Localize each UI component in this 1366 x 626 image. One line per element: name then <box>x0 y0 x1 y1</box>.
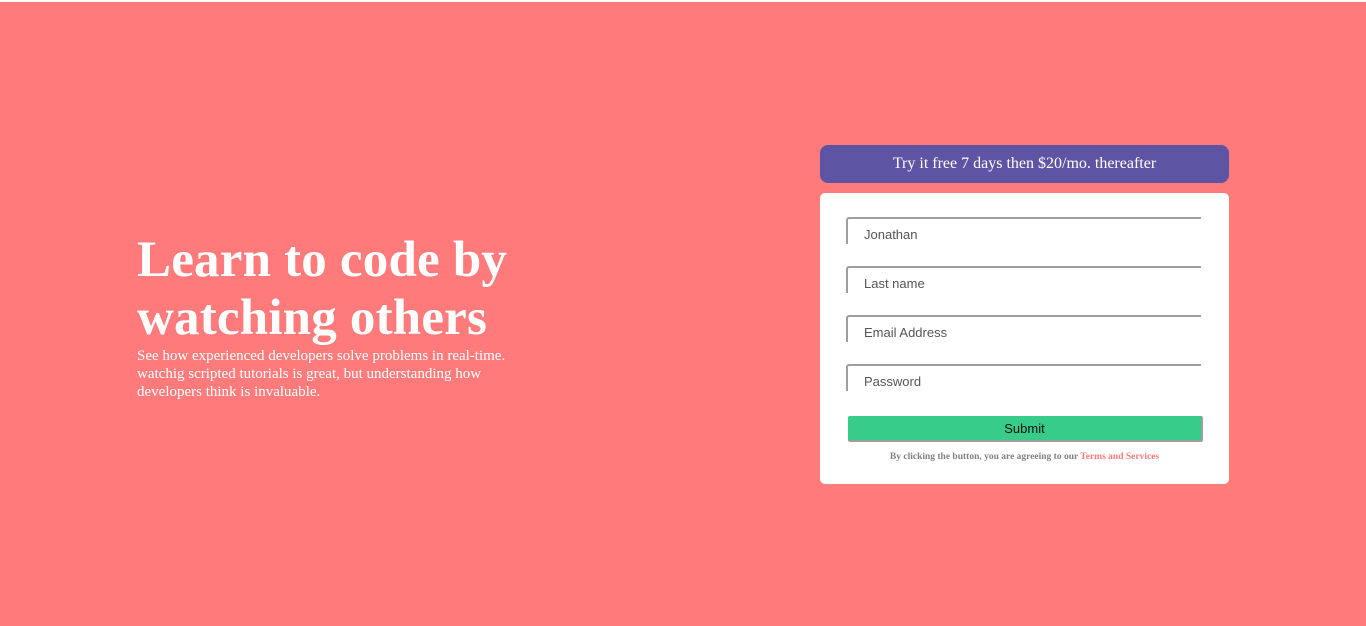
terms-notice: By clicking the button, you are agreeing… <box>820 452 1229 462</box>
email-input[interactable] <box>846 315 1201 342</box>
first-name-input[interactable] <box>846 217 1201 244</box>
free-trial-banner: Try it free 7 days then $20/mo. thereaft… <box>820 145 1229 183</box>
hero-section: Learn to code by watching others See how… <box>137 231 557 401</box>
signup-form: Submit By clicking the button, you are a… <box>820 193 1229 484</box>
terms-prefix-text: By clicking the button, you are agreeing… <box>889 452 1079 462</box>
free-trial-text: Try it free 7 days then $20/mo. thereaft… <box>892 155 1157 172</box>
submit-button[interactable]: Submit <box>848 416 1203 442</box>
terms-link[interactable]: Terms and Services <box>1080 452 1159 462</box>
top-border-line <box>0 0 1366 2</box>
hero-description: See how experienced developers solve pro… <box>137 348 506 400</box>
hero-title: Learn to code by watching others <box>137 232 508 346</box>
last-name-input[interactable] <box>846 266 1201 293</box>
password-input[interactable] <box>846 364 1201 391</box>
